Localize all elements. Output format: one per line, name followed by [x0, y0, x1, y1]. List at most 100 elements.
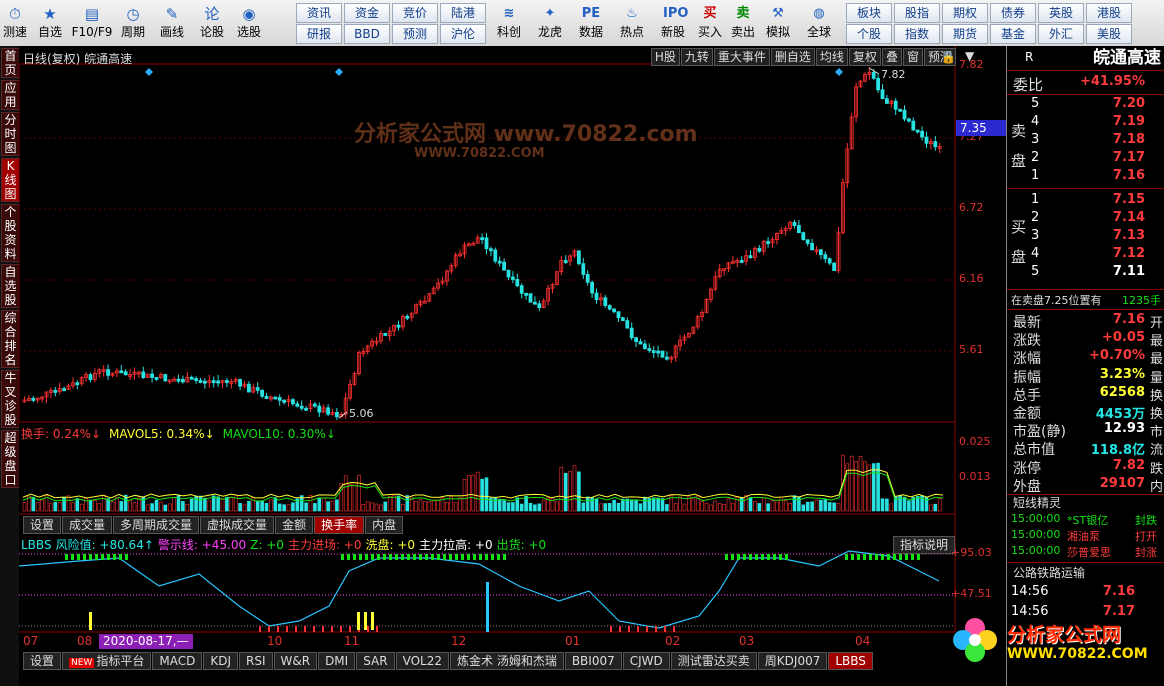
toolbar-pe-button[interactable]: PE 数据	[572, 2, 610, 44]
left-tab-8[interactable]: 超级盘口	[1, 430, 20, 488]
market-b-5-button[interactable]: 美股	[1086, 24, 1132, 44]
indicator-tab-1[interactable]: NEW 指标平台	[62, 652, 152, 670]
market-a-1-button[interactable]: 股指	[894, 3, 940, 23]
volume-tab-1[interactable]: 成交量	[62, 516, 113, 534]
price-tick: 6.16	[959, 272, 984, 285]
chart-area[interactable]: 5.06 7.82 日线(复权) 皖通高速 H股 九转 重大事件 删自选 均线 复权叠窗预测…	[19, 46, 1006, 686]
event-marker-icon[interactable]	[835, 68, 843, 76]
indicator-tab-13[interactable]: 周KDJ007	[757, 652, 828, 670]
chart-btn-4[interactable]: 均线	[815, 48, 848, 66]
toolbar-globe-button[interactable]: ◍ 全球	[798, 2, 840, 44]
bid-row[interactable]: 1 7.15	[1007, 192, 1164, 210]
indicator-tab-3[interactable]: KDJ	[203, 652, 238, 670]
toolbar-star-button[interactable]: ★ 自选	[32, 2, 68, 44]
left-tab-1[interactable]: 应用	[1, 80, 20, 110]
chart-btn-7[interactable]: 窗	[902, 48, 923, 66]
candle-body	[823, 254, 828, 260]
left-tab-7[interactable]: 牛叉诊股	[1, 370, 20, 428]
volume-tab-6[interactable]: 内盘	[365, 516, 404, 534]
notice-text: 在卖盘7.25位置有	[1011, 294, 1102, 307]
indicator-tab-0[interactable]: 设置	[23, 652, 62, 670]
lock-icon[interactable]: 🔒	[941, 50, 956, 64]
bid-row[interactable]: 4 7.12	[1007, 246, 1164, 264]
ask-row[interactable]: 5 7.20	[1007, 96, 1164, 114]
market-a-3-button[interactable]: 债券	[990, 3, 1036, 23]
ask-row[interactable]: 1 7.16	[1007, 168, 1164, 186]
quick-a-0-button[interactable]: 资讯	[296, 3, 342, 23]
quick-b-0-button[interactable]: 研报	[296, 24, 342, 44]
market-a-2-button[interactable]: 期权	[942, 3, 988, 23]
indicator-tab-12[interactable]: 测试雷达买卖	[670, 652, 757, 670]
toolbar-tech-button[interactable]: ≋ 科创	[490, 2, 528, 44]
indicator-tab-8[interactable]: VOL22	[395, 652, 449, 670]
indicator-tab-5[interactable]: W&R	[273, 652, 318, 670]
ask-price: 7.19	[1112, 114, 1145, 129]
market-b-0-button[interactable]: 个股	[846, 24, 892, 44]
quick-a-2-button[interactable]: 竞价	[392, 3, 438, 23]
bid-row[interactable]: 2 7.14	[1007, 210, 1164, 228]
toolbar-pencil-button[interactable]: ✎ 画线	[152, 2, 192, 44]
bid-row[interactable]: 5 7.11	[1007, 264, 1164, 282]
volume-bar	[159, 501, 163, 512]
toolbar-doc-button[interactable]: ▤ F10/F9	[70, 2, 114, 44]
volume-tab-3[interactable]: 虚拟成交量	[200, 516, 275, 534]
toolbar-fire-button[interactable]: ♨ 热点	[613, 2, 651, 44]
left-tab-6[interactable]: 综合排名	[1, 310, 20, 368]
toolbar-hammer-button[interactable]: ⚒ 模拟	[761, 2, 795, 44]
indicator-tab-2[interactable]: MACD	[152, 652, 203, 670]
indicator-tab-4[interactable]: RSI	[239, 652, 273, 670]
ask-row[interactable]: 3 7.18	[1007, 132, 1164, 150]
ask-row[interactable]: 2 7.17	[1007, 150, 1164, 168]
indicator-tab-11[interactable]: CJWD	[622, 652, 670, 670]
market-a-5-button[interactable]: 港股	[1086, 3, 1132, 23]
market-b-2-button[interactable]: 期货	[942, 24, 988, 44]
left-tab-2[interactable]: 分时图	[1, 112, 20, 156]
chart-btn-5[interactable]: 复权	[848, 48, 881, 66]
quick-b-2-button[interactable]: 预测	[392, 24, 438, 44]
toolbar-dragon-button[interactable]: ✦ 龙虎	[531, 2, 569, 44]
chart-btn-0[interactable]: H股	[650, 48, 680, 66]
volume-bar	[264, 503, 269, 512]
stat-trailing: 最	[1149, 334, 1163, 350]
left-tab-0[interactable]: 首页	[1, 48, 20, 78]
chart-btn-2[interactable]: 重大事件	[713, 48, 770, 66]
chart-btn-3[interactable]: 删自选	[770, 48, 815, 66]
chart-btn-6[interactable]: 叠	[881, 48, 902, 66]
indicator-help-button[interactable]: 指标说明	[893, 536, 956, 554]
market-b-3-button[interactable]: 基金	[990, 24, 1036, 44]
indicator-tab-14[interactable]: LBBS	[828, 652, 873, 670]
indicator-tab-10[interactable]: BBI007	[564, 652, 622, 670]
market-a-0-button[interactable]: 板块	[846, 3, 892, 23]
volume-tab-4[interactable]: 金额	[275, 516, 314, 534]
indicator-tab-9[interactable]: 炼金术 汤姆和杰瑞	[450, 652, 564, 670]
quick-a-1-button[interactable]: 资金	[344, 3, 390, 23]
bid-level: 4	[1031, 246, 1040, 261]
market-b-1-button[interactable]: 指数	[894, 24, 940, 44]
volume-tab-2[interactable]: 多周期成交量	[113, 516, 200, 534]
toolbar-speed-button[interactable]: ⏱ 测速	[0, 2, 30, 44]
volume-tab-0[interactable]: 设置	[23, 516, 62, 534]
toolbar-chart-select-button[interactable]: ◉ 选股	[232, 2, 266, 44]
event-marker-icon[interactable]	[145, 68, 153, 76]
volume-tab-5[interactable]: 换手率	[314, 516, 365, 534]
left-tab-3[interactable]: K线图	[1, 158, 20, 202]
market-a-4-button[interactable]: 英股	[1038, 3, 1084, 23]
toolbar-buy-button[interactable]: 买买入	[695, 2, 725, 44]
indicator-tab-6[interactable]: DMI	[318, 652, 356, 670]
quick-b-3-button[interactable]: 沪伦	[440, 24, 486, 44]
quick-b-1-button[interactable]: BBD	[344, 24, 390, 44]
chart-btn-1[interactable]: 九转	[680, 48, 713, 66]
toolbar-discuss-button[interactable]: 论论股	[194, 2, 230, 44]
ask-row[interactable]: 4 7.19	[1007, 114, 1164, 132]
shortline-row[interactable]: 15:00:00 莎普爱思 封涨	[1007, 544, 1164, 562]
quick-a-3-button[interactable]: 陆港	[440, 3, 486, 23]
indicator-tab-7[interactable]: SAR	[356, 652, 395, 670]
event-marker-icon[interactable]	[335, 68, 343, 76]
toolbar-ipo-button[interactable]: IPO 新股	[654, 2, 692, 44]
market-b-4-button[interactable]: 外汇	[1038, 24, 1084, 44]
bid-row[interactable]: 3 7.13	[1007, 228, 1164, 246]
left-tab-5[interactable]: 自选股	[1, 264, 20, 308]
left-tab-4[interactable]: 个股资料	[1, 204, 20, 262]
toolbar-clock-button[interactable]: ◷ 周期	[116, 2, 150, 44]
toolbar-sell-button[interactable]: 卖卖出	[728, 2, 758, 44]
